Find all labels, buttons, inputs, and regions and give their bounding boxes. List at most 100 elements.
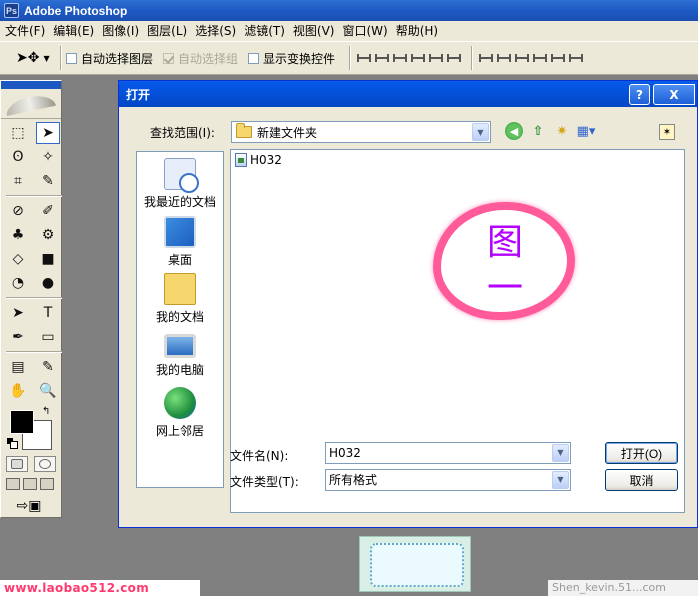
- annotation-label: 图一: [486, 222, 523, 309]
- notes-tool-icon[interactable]: ▤: [6, 356, 30, 378]
- toolbox-header[interactable]: [1, 81, 61, 89]
- healing-brush-tool-icon[interactable]: ⊘: [6, 200, 30, 222]
- image-file-icon: [235, 153, 247, 167]
- distribute-right-icon[interactable]: [567, 51, 584, 65]
- menu-help[interactable]: 帮助(H): [394, 22, 444, 40]
- lasso-tool-icon[interactable]: ʘ: [6, 146, 30, 168]
- history-brush-tool-icon[interactable]: ⚙: [36, 224, 60, 246]
- move-tool-icon[interactable]: ➤: [36, 122, 60, 144]
- dialog-title: 打开: [126, 87, 151, 102]
- auto-select-group-label: 自动选择组: [178, 51, 239, 66]
- standard-mode-icon[interactable]: [6, 456, 28, 472]
- place-label: 我的文档: [155, 310, 204, 324]
- auto-select-layer-checkbox[interactable]: 自动选择图层: [66, 50, 153, 67]
- menu-edit[interactable]: 编辑(E): [51, 22, 100, 40]
- toolbar-divider: [60, 46, 62, 70]
- eyedropper-tool-icon[interactable]: ✎: [36, 356, 60, 378]
- align-right-icon[interactable]: [445, 51, 462, 65]
- marquee-tool-icon[interactable]: ⬚: [6, 122, 30, 144]
- rectangle-tool-icon[interactable]: ▭: [36, 326, 60, 348]
- full-screen-menu-icon[interactable]: [23, 478, 37, 490]
- gradient-tool-icon[interactable]: ■: [36, 248, 60, 270]
- align-left-icon[interactable]: [409, 51, 426, 65]
- dodge-tool-icon[interactable]: ●: [36, 272, 60, 294]
- quick-mask-mode-icon[interactable]: [34, 456, 56, 472]
- menu-view[interactable]: 视图(V): [291, 22, 341, 40]
- chevron-down-icon[interactable]: ▼: [552, 471, 569, 489]
- align-bottom-icon[interactable]: [391, 51, 408, 65]
- default-colors-icon[interactable]: [7, 438, 18, 449]
- view-menu-icon[interactable]: ▦▾: [577, 122, 596, 140]
- feather-logo-icon[interactable]: [1, 89, 61, 119]
- new-folder-icon[interactable]: ✷: [553, 122, 571, 140]
- path-selection-tool-icon[interactable]: ➤: [6, 302, 30, 324]
- align-vcenter-icon[interactable]: [373, 51, 390, 65]
- toolbox: ⬚ ➤ ʘ ✧ ⌗ ✎ ⊘ ✐ ♣ ⚙ ◇ ■ ◔ ● ➤ T ✒ ▭ ▤ ✎ …: [0, 80, 62, 518]
- menu-layer[interactable]: 图层(L): [145, 22, 193, 40]
- align-hcenter-icon[interactable]: [427, 51, 444, 65]
- distribute-hcenter-icon[interactable]: [549, 51, 566, 65]
- menu-file[interactable]: 文件(F): [3, 22, 51, 40]
- align-top-icon[interactable]: [355, 51, 372, 65]
- clone-stamp-tool-icon[interactable]: ♣: [6, 224, 30, 246]
- distribute-vcenter-icon[interactable]: [495, 51, 512, 65]
- type-tool-icon[interactable]: T: [36, 302, 60, 324]
- open-dialog: 打开 ? X 查找范围(I): 新建文件夹 ▼ ◀ ⇧ ✷ ▦▾ ✶ 我最近的文…: [118, 80, 698, 528]
- auto-select-layer-label: 自动选择图层: [81, 51, 154, 66]
- back-icon[interactable]: ◀: [505, 122, 523, 140]
- brush-tool-icon[interactable]: ✐: [36, 200, 60, 222]
- swap-colors-icon[interactable]: ↰: [42, 406, 50, 417]
- foreground-color-swatch[interactable]: [10, 410, 34, 434]
- menu-image[interactable]: 图像(I): [100, 22, 145, 40]
- place-recent-documents[interactable]: 我最近的文档: [137, 158, 223, 210]
- place-network[interactable]: 网上邻居: [137, 387, 223, 439]
- hand-tool-icon[interactable]: ✋: [6, 380, 30, 402]
- chevron-down-icon[interactable]: ▼: [552, 444, 569, 462]
- photoshop-icon: Ps: [4, 3, 19, 18]
- file-browser-icon[interactable]: ✶: [659, 124, 675, 140]
- color-swatches: ↰: [4, 406, 61, 452]
- distribute-buttons: [477, 51, 584, 65]
- distribute-top-icon[interactable]: [477, 51, 494, 65]
- close-button[interactable]: X: [653, 84, 695, 105]
- file-name: H032: [250, 153, 282, 167]
- checkbox-box: [163, 52, 175, 64]
- options-bar: ➤✥ ▼ 自动选择图层 自动选择组 显示变换控件: [0, 41, 698, 75]
- move-tool-icon: ➤✥: [16, 50, 40, 66]
- tool-grid: ⬚ ➤ ʘ ✧ ⌗ ✎ ⊘ ✐ ♣ ⚙ ◇ ■ ◔ ● ➤ T ✒ ▭ ▤ ✎ …: [1, 119, 62, 402]
- desktop-icon: [164, 216, 196, 248]
- menu-select[interactable]: 选择(S): [193, 22, 242, 40]
- zoom-tool-icon[interactable]: 🔍: [36, 380, 60, 402]
- eraser-tool-icon[interactable]: ◇: [6, 248, 30, 270]
- jump-to-imageready-icon[interactable]: ⇨▣: [6, 496, 52, 516]
- distribute-left-icon[interactable]: [531, 51, 548, 65]
- dialog-titlebar[interactable]: 打开 ? X: [119, 81, 697, 107]
- up-folder-icon[interactable]: ⇧: [529, 122, 547, 140]
- magic-wand-tool-icon[interactable]: ✧: [36, 146, 60, 168]
- folder-icon: [236, 123, 252, 138]
- chevron-down-icon[interactable]: ▼: [472, 123, 489, 141]
- menu-filter[interactable]: 滤镜(T): [242, 22, 291, 40]
- auto-select-group-checkbox[interactable]: 自动选择组: [163, 50, 238, 67]
- full-screen-icon[interactable]: [40, 478, 54, 490]
- list-item[interactable]: H032: [233, 153, 284, 167]
- cancel-button[interactable]: 取消: [605, 469, 678, 491]
- show-transform-checkbox[interactable]: 显示变换控件: [248, 50, 335, 67]
- slice-tool-icon[interactable]: ✎: [36, 170, 60, 192]
- tool-preset-picker[interactable]: ➤✥ ▼: [0, 45, 56, 71]
- help-button[interactable]: ?: [629, 84, 650, 105]
- file-type-dropdown[interactable]: 所有格式 ▼: [325, 469, 571, 491]
- distribute-bottom-icon[interactable]: [513, 51, 530, 65]
- place-my-computer[interactable]: 我的电脑: [137, 330, 223, 378]
- place-desktop[interactable]: 桌面: [137, 216, 223, 268]
- menu-window[interactable]: 窗口(W): [340, 22, 393, 40]
- blur-tool-icon[interactable]: ◔: [6, 272, 30, 294]
- place-my-documents[interactable]: 我的文档: [137, 273, 223, 325]
- look-in-dropdown[interactable]: 新建文件夹 ▼: [231, 121, 491, 143]
- standard-screen-icon[interactable]: [6, 478, 20, 490]
- place-label: 我最近的文档: [143, 195, 216, 209]
- crop-tool-icon[interactable]: ⌗: [6, 170, 30, 192]
- pen-tool-icon[interactable]: ✒: [6, 326, 30, 348]
- file-name-input[interactable]: H032 ▼: [325, 442, 571, 464]
- open-button[interactable]: 打开(O): [605, 442, 678, 464]
